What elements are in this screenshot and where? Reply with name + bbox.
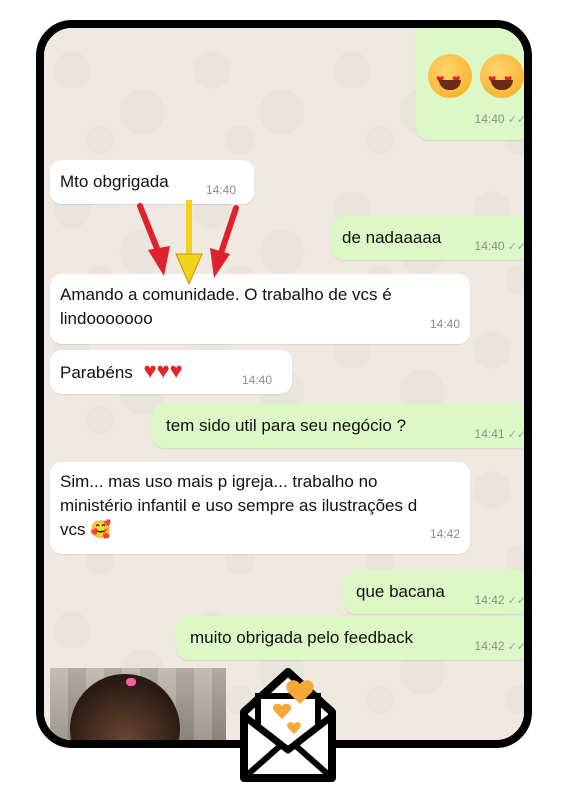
double-check-icon: ✓✓: [507, 241, 526, 253]
photo-thumbnail[interactable]: [50, 668, 226, 740]
envelope-icon: [236, 666, 340, 786]
message-incoming[interactable]: Sim... mas uso mais p igreja... trabalho…: [50, 462, 470, 554]
heart-eyes-emoji: ♥ ♥: [428, 54, 472, 98]
message-time: 14:42: [474, 593, 505, 607]
message-text: Parabéns: [60, 363, 133, 382]
message-text: Mto obgrigada: [60, 172, 169, 191]
yellow-arrow: [175, 200, 203, 286]
message-outgoing[interactable]: muito obrigada pelo feedback 14:42 ✓✓: [176, 616, 526, 660]
red-arrow-left: [137, 203, 170, 276]
message-text: tem sido util para seu negócio ?: [166, 416, 407, 435]
message-text: Amando a comunidade. O trabalho de vcs é…: [60, 285, 392, 328]
message-outgoing[interactable]: de nadaaaaa 14:40 ✓✓: [332, 216, 526, 260]
heart-eyes-emoji: ♥ ♥: [480, 54, 524, 98]
heart-emoji: ♥♥♥: [143, 358, 183, 383]
message-time: 14:42: [429, 527, 460, 541]
message-outgoing-emoji[interactable]: ♥ ♥ ♥ ♥ 14:40 ✓✓: [416, 28, 526, 140]
message-outgoing[interactable]: que bacana 14:42 ✓✓: [344, 570, 526, 614]
message-text: muito obrigada pelo feedback: [190, 628, 414, 647]
double-check-icon: ✓✓: [507, 595, 526, 607]
message-time: 14:42: [474, 639, 505, 653]
chat-frame: ♥ ♥ ♥ ♥ 14:40 ✓✓ Mto obgrigada 14:40 de nada…: [36, 20, 532, 748]
red-arrow-right: [210, 205, 239, 278]
message-time: 14:40: [429, 317, 460, 331]
message-time: 14:40: [474, 112, 505, 126]
message-time: 14:40: [242, 373, 273, 387]
message-incoming[interactable]: Parabéns ♥♥♥ 14:40: [50, 350, 292, 394]
message-incoming[interactable]: Amando a comunidade. O trabalho de vcs é…: [50, 274, 470, 344]
hair-bow: [126, 678, 136, 686]
arrows-annotation: [137, 200, 239, 286]
message-outgoing[interactable]: tem sido util para seu negócio ? 14:41 ✓✓: [152, 404, 526, 448]
double-check-icon: ✓✓: [507, 429, 526, 441]
double-check-icon: ✓✓: [507, 641, 526, 653]
double-check-icon: ✓✓: [507, 114, 526, 126]
message-time: 14:40: [474, 239, 505, 253]
message-time: 14:41: [474, 427, 505, 441]
message-text: Sim... mas uso mais p igreja... trabalho…: [60, 472, 418, 539]
message-text: de nadaaaaa: [342, 228, 442, 247]
message-text: que bacana: [356, 582, 445, 601]
